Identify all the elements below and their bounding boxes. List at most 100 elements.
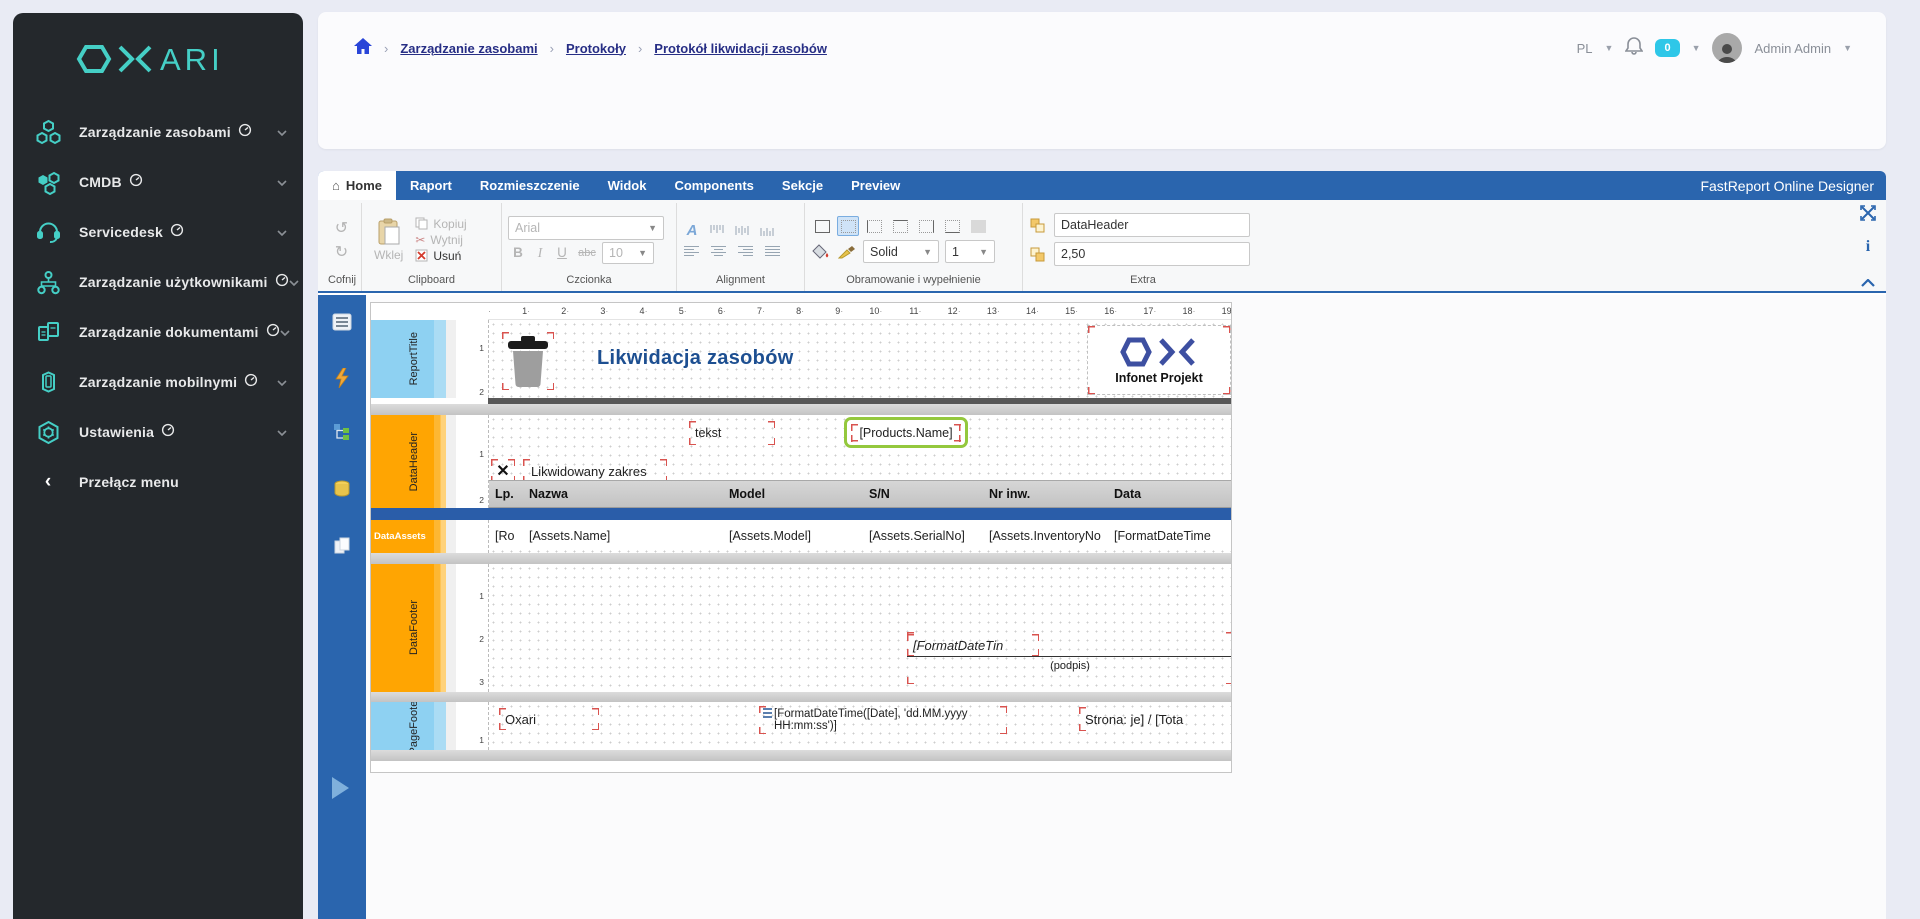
tab-components[interactable]: Components: [660, 171, 767, 200]
footer-page-number-field[interactable]: Strona: je] / [Tota: [1079, 707, 1231, 731]
notification-count-badge[interactable]: 0: [1655, 39, 1680, 57]
chevron-down-icon: [277, 123, 287, 141]
band-height-input[interactable]: [1054, 242, 1250, 266]
selected-band-indicator[interactable]: [371, 508, 1231, 520]
band-label-dataheader[interactable]: DataHeader: [371, 415, 456, 508]
signature-group[interactable]: (podpis): [907, 632, 1231, 684]
settings-icon: [33, 419, 63, 446]
border-top-button[interactable]: [889, 216, 911, 236]
align-left-button[interactable]: [683, 244, 701, 258]
table-header-cell[interactable]: S/N: [863, 481, 983, 507]
tab-home[interactable]: ⌂ Home: [318, 171, 396, 200]
border-bottom-button[interactable]: [941, 216, 963, 236]
bring-forward-icon[interactable]: [1029, 217, 1046, 234]
delete-button[interactable]: Usuń: [415, 249, 466, 263]
notifications-bell-icon[interactable]: [1624, 36, 1644, 60]
footer-left-text[interactable]: Oxari: [499, 708, 599, 730]
band-datafooter-content: [FormatDateTin (podpis): [488, 564, 1231, 692]
table-data-cell[interactable]: [Ro: [489, 523, 523, 549]
sidebar-item-ustawienia[interactable]: Ustawienia: [13, 407, 303, 457]
tab-raport[interactable]: Raport: [396, 171, 466, 200]
home-icon[interactable]: [354, 37, 372, 59]
sidebar-item-cmdb[interactable]: CMDB: [13, 157, 303, 207]
selected-products-name-field[interactable]: [Products.Name]: [844, 417, 968, 448]
align-right-button[interactable]: [737, 244, 755, 258]
band-label-dataassets[interactable]: DataAssets: [371, 520, 456, 553]
collapse-toolbar-icon[interactable]: [1861, 274, 1875, 292]
table-data-cell[interactable]: [FormatDateTime: [1108, 523, 1231, 549]
run-preview-icon[interactable]: [332, 777, 349, 799]
fullscreen-icon[interactable]: [1860, 205, 1876, 226]
undo-button[interactable]: ↺: [334, 217, 349, 239]
data-sources-icon[interactable]: [318, 480, 366, 498]
text-color-button[interactable]: A: [683, 222, 701, 239]
font-size-select[interactable]: 10 ▼: [602, 241, 654, 264]
bold-button[interactable]: B: [508, 245, 528, 260]
info-icon[interactable]: i: [1866, 238, 1870, 256]
valign-top-button[interactable]: [708, 223, 726, 238]
events-lightning-icon[interactable]: [318, 368, 366, 388]
copy-button[interactable]: Kopiuj: [415, 217, 467, 231]
tab-rozmieszczenie[interactable]: Rozmieszczenie: [466, 171, 594, 200]
align-center-button[interactable]: [710, 244, 728, 258]
border-right-button[interactable]: [915, 216, 937, 236]
table-data-cell[interactable]: [Assets.Model]: [723, 523, 863, 549]
align-justify-button[interactable]: [764, 244, 782, 258]
band-label-pagefooter[interactable]: PageFooter: [371, 697, 456, 755]
table-data-cell[interactable]: [Assets.SerialNo]: [863, 523, 983, 549]
tab-widok[interactable]: Widok: [594, 171, 661, 200]
user-name[interactable]: Admin Admin: [1754, 41, 1831, 56]
sidebar-toggle-menu[interactable]: ‹ Przełącz menu: [13, 457, 303, 507]
table-header-cell[interactable]: Model: [723, 481, 863, 507]
band-label-reporttitle[interactable]: ReportTitle: [371, 320, 456, 398]
tekst-text-object[interactable]: tekst: [689, 421, 775, 445]
redo-button[interactable]: ↻: [334, 241, 349, 263]
paste-button[interactable]: Wklej: [368, 216, 409, 264]
horizontal-ruler: · 1 · 2 · 3 · 4 · 5 · 6 · 7 · 8 · 9 · 10 · 11 · 12 · 13 · 14 · 15 · 16 ·…: [488, 303, 1231, 320]
valign-bottom-button[interactable]: [758, 223, 776, 238]
border-width-select[interactable]: 1 ▼: [945, 240, 995, 263]
send-backward-icon[interactable]: [1029, 246, 1046, 263]
sidebar-item-zarzadzanie-mobilnymi[interactable]: Zarządzanie mobilnymi: [13, 357, 303, 407]
table-data-cell[interactable]: [Assets.InventoryNo: [983, 523, 1108, 549]
band-name-input[interactable]: [1054, 213, 1250, 237]
strikethrough-button[interactable]: abc: [574, 247, 600, 259]
border-all-button[interactable]: [811, 216, 833, 236]
band-label-datafooter[interactable]: DataFooter: [371, 564, 456, 692]
band-pagefooter-content: Oxari [FormatDateTime([Date], 'dd.MM.yyy…: [488, 702, 1231, 750]
sidebar-item-zarzadzanie-dokumentami[interactable]: Zarządzanie dokumentami: [13, 307, 303, 357]
report-title-text[interactable]: Likwidacja zasobów: [597, 342, 794, 374]
table-data-cell[interactable]: [Assets.Name]: [523, 523, 723, 549]
properties-panel-icon[interactable]: [318, 313, 366, 331]
chevron-down-icon: [277, 373, 287, 391]
border-left-button[interactable]: [863, 216, 885, 236]
border-custom-button[interactable]: [967, 216, 989, 236]
fill-color-button[interactable]: [811, 243, 831, 261]
table-header-cell[interactable]: Nazwa: [523, 481, 723, 507]
border-style-select[interactable]: Solid ▼: [863, 240, 939, 263]
brush-icon[interactable]: [837, 244, 857, 260]
sidebar-item-zarzadzanie-uzytkownikami[interactable]: Zarządzanie użytkownikami: [13, 257, 303, 307]
underline-button[interactable]: U: [552, 245, 572, 260]
avatar[interactable]: [1712, 33, 1743, 63]
italic-button[interactable]: I: [530, 245, 550, 261]
table-header-cell[interactable]: Lp.: [489, 481, 523, 507]
tab-preview[interactable]: Preview: [837, 171, 914, 200]
cut-button[interactable]: ✂ Wytnij: [415, 233, 466, 247]
language-selector[interactable]: PL: [1577, 41, 1593, 56]
breadcrumb-link-zasoby[interactable]: Zarządzanie zasobami: [400, 41, 537, 56]
sidebar-item-servicedesk[interactable]: Servicedesk: [13, 207, 303, 257]
breadcrumb-link-protokoly[interactable]: Protokoły: [566, 41, 626, 56]
border-none-button[interactable]: [837, 216, 859, 236]
tab-sekcje[interactable]: Sekcje: [768, 171, 837, 200]
table-header-cell[interactable]: Data: [1108, 481, 1231, 507]
report-tree-icon[interactable]: [318, 423, 366, 441]
footer-datetime-field[interactable]: [FormatDateTime([Date], 'dd.MM.yyyy HH:m…: [759, 706, 1007, 734]
company-logo-object[interactable]: Infonet Projekt: [1087, 325, 1231, 395]
sidebar-item-zarzadzanie-zasobami[interactable]: Zarządzanie zasobami: [13, 107, 303, 157]
valign-center-button[interactable]: [733, 223, 751, 238]
pages-icon[interactable]: [318, 537, 366, 555]
font-family-select[interactable]: Arial ▼: [508, 215, 664, 240]
trash-image-object[interactable]: [502, 332, 554, 390]
table-header-cell[interactable]: Nr inw.: [983, 481, 1108, 507]
